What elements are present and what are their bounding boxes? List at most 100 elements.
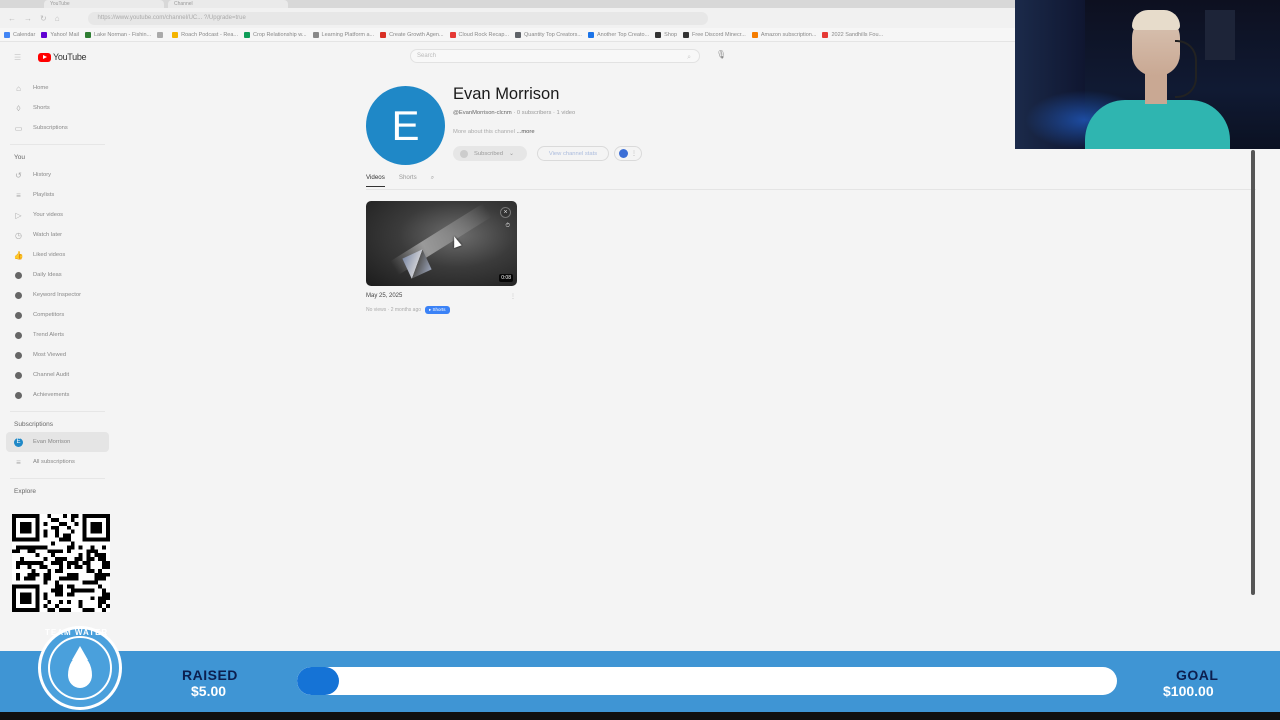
sidebar-item[interactable]: Most Viewed <box>0 345 115 365</box>
sidebar-divider <box>10 478 105 479</box>
home-icon: ⌂ <box>16 83 21 93</box>
bookmark-item[interactable]: Crop Relationship w... <box>244 31 307 38</box>
extension-button[interactable]: ⋮ <box>614 146 642 161</box>
more-icon: ⋮ <box>631 151 637 157</box>
sidebar-item[interactable]: ◷ Watch later <box>0 225 115 245</box>
donation-progress-bar <box>297 667 1117 695</box>
sidebar-item[interactable]: Daily Ideas <box>0 265 115 285</box>
team-water-logo <box>38 626 122 710</box>
bookmark-label: Shop <box>664 31 678 38</box>
logo-ring <box>48 636 112 700</box>
browser-tab-strip: YouTube Channel <box>0 0 1015 8</box>
watch-later-icon[interactable]: ⏱ <box>505 223 510 230</box>
youtube-logo[interactable]: YouTube <box>38 52 87 62</box>
bookmark-label: Create Growth Agen... <box>389 31 444 38</box>
video-title[interactable]: May 25, 2025 <box>366 293 402 299</box>
bookmark-label: Crop Relationship w... <box>253 31 307 38</box>
bookmark-label: Free Discord Minecr... <box>692 31 746 38</box>
bookmark-item[interactable]: Yahoo! Mail <box>41 31 79 38</box>
close-icon[interactable]: × <box>500 207 511 218</box>
sidebar-subscription[interactable]: E Evan Morrison <box>6 432 109 452</box>
bookmark-item[interactable]: Another Top Creato... <box>587 31 649 38</box>
bookmark-favicon-icon <box>84 31 91 38</box>
bookmark-item[interactable]: Quantity Top Creators... <box>514 31 582 38</box>
streamer-neck <box>1145 72 1167 104</box>
sidebar-item[interactable]: Trend Alerts <box>0 325 115 345</box>
back-icon[interactable]: ← <box>8 14 16 23</box>
sidebar-subscription[interactable]: ≡ All subscriptions <box>0 452 115 472</box>
browser-tab[interactable]: Channel <box>168 0 288 8</box>
subscribed-button[interactable]: Subscribed ⌄ <box>453 146 527 161</box>
sidebar-item-label: All subscriptions <box>33 459 75 465</box>
menu-icon[interactable]: ☰ <box>14 53 21 62</box>
tab-shorts[interactable]: Shorts <box>399 174 417 187</box>
bookmark-favicon-icon <box>514 31 521 38</box>
bookmark-favicon-icon <box>822 31 829 38</box>
your-videos-icon: ▷ <box>15 210 22 220</box>
sidebar-item[interactable]: Competitors <box>0 305 115 325</box>
bookmark-item[interactable]: Calendar <box>4 31 35 38</box>
sidebar-item-label: Shorts <box>33 105 50 111</box>
sidebar-heading-you[interactable]: You <box>0 151 115 165</box>
channel-tabs: Videos Shorts ⌕ <box>366 174 434 187</box>
sidebar-item[interactable]: Achievements <box>0 385 115 405</box>
video-thumbnail[interactable]: × ⏱ 0:08 <box>366 201 517 286</box>
list-icon: ≡ <box>16 457 21 467</box>
reload-icon[interactable]: ↻ <box>40 14 47 23</box>
sidebar-item[interactable]: ⌂ Home <box>0 78 115 98</box>
history-icon: ↺ <box>15 170 22 180</box>
channel-description[interactable]: More about this channel ...more <box>453 129 535 135</box>
bookmark-label: Learning Platform a... <box>321 31 375 38</box>
video-meta: No views · 2 months ago ▸ Shorts <box>366 306 450 314</box>
youtube-logo-text: YouTube <box>53 52 87 62</box>
bookmark-item[interactable]: Create Growth Agen... <box>380 31 444 38</box>
channel-name: Evan Morrison <box>453 85 560 103</box>
home-icon[interactable]: ⌂ <box>55 14 60 23</box>
bookmark-item[interactable]: 2022 Sandhills Fou... <box>822 31 883 38</box>
bookmark-favicon-icon <box>312 31 319 38</box>
sidebar-divider <box>10 411 105 412</box>
bookmark-item[interactable]: Cloud Rock Recap... <box>449 31 509 38</box>
forward-icon[interactable]: → <box>24 14 32 23</box>
sidebar-item[interactable]: ≡ Playlists <box>0 185 115 205</box>
bookmark-item[interactable]: Free Discord Minecr... <box>683 31 746 38</box>
bookmark-item[interactable]: Roach Podcast - Rea... <box>172 31 238 38</box>
sidebar-item[interactable]: ◊ Shorts <box>0 98 115 118</box>
shorts-icon: ◊ <box>16 103 21 113</box>
goal-value: $100.00 <box>1163 683 1214 699</box>
bookmark-item[interactable]: Amazon subscription... <box>751 31 816 38</box>
sidebar-item-label: Home <box>33 85 49 91</box>
sidebar-heading-subscriptions: Subscriptions <box>14 421 54 428</box>
channel-description-text: More about this channel <box>453 129 515 135</box>
sidebar-item[interactable]: ↺ History <box>0 165 115 185</box>
bottom-bar <box>0 712 1280 720</box>
sidebar-item[interactable]: Keyword Inspector <box>0 285 115 305</box>
search-input[interactable]: Search ⌕ <box>410 49 700 63</box>
sidebar-item[interactable]: Channel Audit <box>0 365 115 385</box>
streamer-shirt <box>1085 100 1230 149</box>
search-channel-icon[interactable]: ⌕ <box>431 174 434 187</box>
tabs-divider <box>366 189 1256 190</box>
bookmark-item[interactable]: Lake Norman - Fishin... <box>84 31 151 38</box>
tab-videos[interactable]: Videos <box>366 174 385 187</box>
bookmark-item[interactable]: Learning Platform a... <box>312 31 375 38</box>
bookmark-item[interactable]: Shop <box>655 31 678 38</box>
sidebar-item-label: Trend Alerts <box>33 332 65 338</box>
bookmark-item[interactable] <box>157 31 166 38</box>
sidebar-item[interactable]: ▭ Subscriptions <box>0 118 115 138</box>
browser-tab[interactable]: YouTube <box>44 0 164 8</box>
sidebar-item[interactable]: ▷ Your videos <box>0 205 115 225</box>
search-icon[interactable]: ⌕ <box>687 52 691 64</box>
screen: YouTube Channel ← → ↻ ⌂ https://www.yout… <box>0 0 1280 720</box>
channel-stats-button[interactable]: View channel stats <box>537 146 609 161</box>
headset-icon <box>1175 40 1197 98</box>
url-field[interactable]: https://www.youtube.com/channel/UC... ?/… <box>87 11 708 25</box>
channel-description-more[interactable]: ...more <box>517 129 535 135</box>
sidebar-item[interactable]: 👍 Liked videos <box>0 245 115 265</box>
sidebar-item-label: History <box>33 172 52 178</box>
channel-avatar[interactable]: E <box>366 86 445 165</box>
video-options-icon[interactable]: ⋮ <box>510 293 516 300</box>
page-scrollbar[interactable] <box>1251 150 1255 595</box>
microphone-icon[interactable]: 🎙 <box>716 50 726 59</box>
channel-avatar-icon: E <box>14 437 23 447</box>
